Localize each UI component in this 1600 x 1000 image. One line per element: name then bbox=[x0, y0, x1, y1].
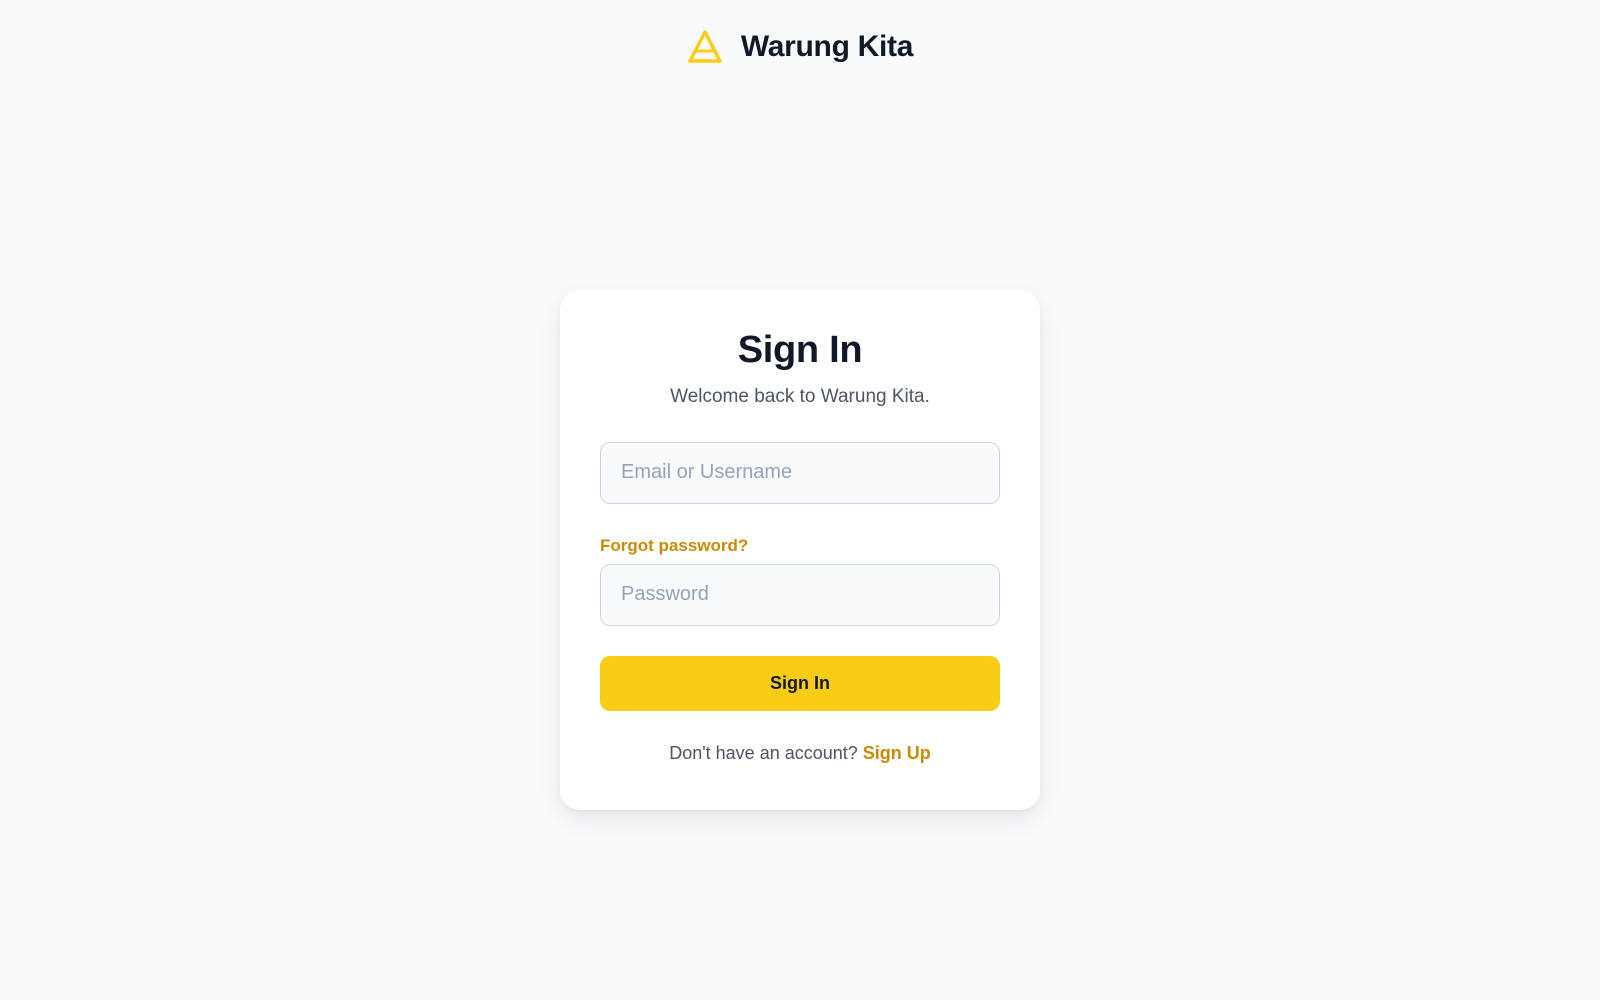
sign-up-link[interactable]: Sign Up bbox=[863, 743, 931, 763]
password-input[interactable] bbox=[600, 563, 1000, 626]
sign-in-card: Sign In Welcome back to Warung Kita. For… bbox=[560, 290, 1040, 810]
app-header: Warung Kita bbox=[0, 28, 1600, 66]
brand-name: Warung Kita bbox=[740, 30, 914, 63]
welcome-subtitle: Welcome back to Warung Kita. bbox=[670, 385, 930, 407]
signup-prompt-text: Don't have an account? bbox=[669, 742, 863, 763]
page-title: Sign In bbox=[737, 329, 863, 371]
forgot-password-link[interactable]: Forgot password? bbox=[600, 536, 748, 556]
sign-in-page: Warung Kita Sign In Welcome back to Waru… bbox=[0, 0, 1600, 1000]
triangle-logo-icon bbox=[687, 28, 723, 66]
signup-prompt-line: Don't have an account? Sign Up bbox=[600, 743, 1000, 764]
email-username-input[interactable] bbox=[600, 441, 1000, 504]
sign-in-button[interactable]: Sign In bbox=[600, 655, 1000, 711]
